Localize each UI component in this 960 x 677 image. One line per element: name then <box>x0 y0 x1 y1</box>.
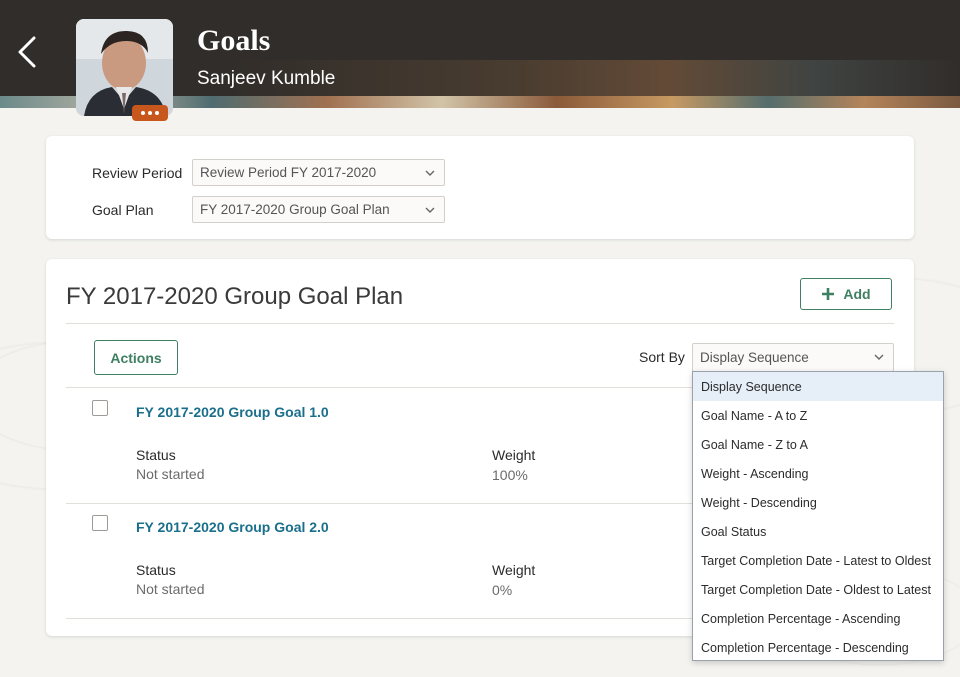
goal-2-link[interactable]: FY 2017-2020 Group Goal 2.0 <box>136 519 329 535</box>
more-dot <box>148 111 152 115</box>
chevron-down-icon <box>874 354 884 360</box>
goal-1-status-value: Not started <box>136 466 205 482</box>
sort-option-weight-asc[interactable]: Weight - Ascending <box>693 459 943 488</box>
page-title: Goals <box>197 24 271 57</box>
goal-1-checkbox[interactable] <box>92 400 108 416</box>
goal-plan-title: FY 2017-2020 Group Goal Plan <box>66 283 404 310</box>
more-dot <box>155 111 159 115</box>
goal-2-weight-label: Weight <box>492 562 536 578</box>
plus-icon <box>822 288 835 300</box>
goal-plan-value: FY 2017-2020 Group Goal Plan <box>200 202 390 217</box>
sort-option-goal-name-z-a[interactable]: Goal Name - Z to A <box>693 430 943 459</box>
goal-1-link[interactable]: FY 2017-2020 Group Goal 1.0 <box>136 404 329 420</box>
back-button[interactable] <box>14 34 40 70</box>
title-divider <box>66 323 894 324</box>
review-period-label: Review Period <box>92 165 183 181</box>
goal-plan-select[interactable]: FY 2017-2020 Group Goal Plan <box>192 196 445 223</box>
add-button[interactable]: Add <box>800 278 892 310</box>
sort-option-completion-asc[interactable]: Completion Percentage - Ascending <box>693 604 943 633</box>
person-photo-icon <box>76 19 173 116</box>
sort-by-select[interactable]: Display Sequence <box>692 343 894 372</box>
goal-1-status-label: Status <box>136 447 176 463</box>
goal-1-weight-value: 100% <box>492 467 528 483</box>
goal-1-weight-label: Weight <box>492 447 536 463</box>
sort-option-completion-desc[interactable]: Completion Percentage - Descending <box>693 633 943 662</box>
goal-2-checkbox[interactable] <box>92 515 108 531</box>
sort-option-goal-name-a-z[interactable]: Goal Name - A to Z <box>693 401 943 430</box>
goal-2-weight-value: 0% <box>492 582 513 598</box>
sort-option-goal-status[interactable]: Goal Status <box>693 517 943 546</box>
person-name: Sanjeev Kumble <box>197 68 336 89</box>
review-period-value: Review Period FY 2017-2020 <box>200 165 377 180</box>
goal-plan-label: Goal Plan <box>92 202 154 218</box>
sort-by-dropdown-menu: Display Sequence Goal Name - A to Z Goal… <box>692 371 944 661</box>
sort-option-display-sequence[interactable]: Display Sequence <box>693 372 943 401</box>
avatar-more-button[interactable] <box>132 105 168 121</box>
sort-option-target-date-latest[interactable]: Target Completion Date - Latest to Oldes… <box>693 546 943 575</box>
avatar[interactable] <box>76 19 173 116</box>
chevron-down-icon <box>425 170 435 176</box>
actions-button-label: Actions <box>110 349 162 366</box>
add-button-label: Add <box>843 286 871 302</box>
goal-2-status-label: Status <box>136 562 176 578</box>
filters-card: Review Period Review Period FY 2017-2020… <box>46 136 914 239</box>
actions-button[interactable]: Actions <box>94 340 178 375</box>
more-dot <box>141 111 145 115</box>
header-artwork <box>230 60 960 100</box>
sort-by-label: Sort By <box>639 349 685 365</box>
review-period-select[interactable]: Review Period FY 2017-2020 <box>192 159 445 186</box>
sort-by-value: Display Sequence <box>700 350 809 365</box>
sort-option-target-date-oldest[interactable]: Target Completion Date - Oldest to Lates… <box>693 575 943 604</box>
chevron-down-icon <box>425 207 435 213</box>
sort-option-weight-desc[interactable]: Weight - Descending <box>693 488 943 517</box>
chevron-left-icon <box>18 36 36 68</box>
goal-2-status-value: Not started <box>136 581 205 597</box>
